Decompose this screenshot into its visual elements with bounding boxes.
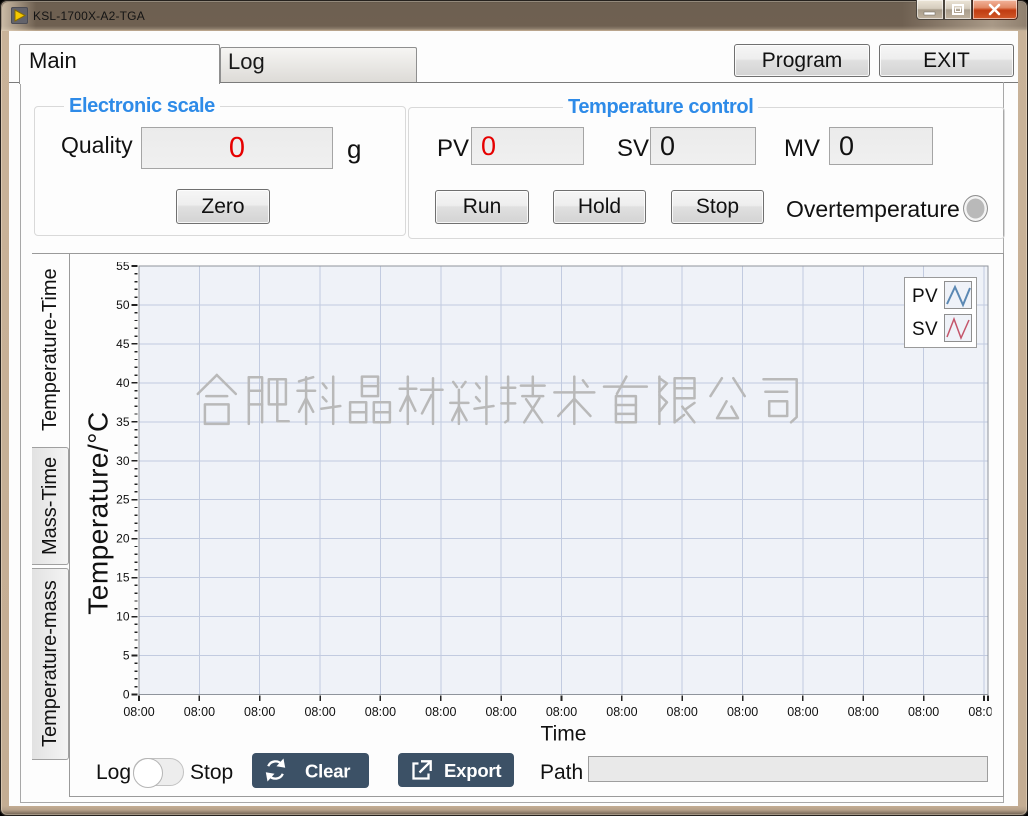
svg-text:15: 15 <box>116 571 130 585</box>
svg-text:20: 20 <box>116 532 130 546</box>
svg-text:08:00: 08:00 <box>908 705 939 719</box>
svg-text:45: 45 <box>116 337 130 351</box>
svg-text:08:00: 08:00 <box>787 705 818 719</box>
svg-text:08:00: 08:00 <box>848 705 879 719</box>
svg-text:Export: Export <box>444 760 501 781</box>
svg-text:30: 30 <box>116 454 130 468</box>
svg-text:08:00: 08:00 <box>123 705 154 719</box>
svg-text:0: 0 <box>123 688 130 702</box>
svg-text:40: 40 <box>116 376 130 390</box>
svg-text:08:00: 08:00 <box>667 705 698 719</box>
svg-text:08:00: 08:00 <box>184 705 215 719</box>
svg-text:08:00: 08:00 <box>485 705 516 719</box>
svg-text:08:00: 08:00 <box>727 705 758 719</box>
svg-text:08:00: 08:00 <box>425 705 456 719</box>
svg-text:10: 10 <box>116 610 130 624</box>
svg-text:50: 50 <box>116 298 130 312</box>
svg-text:08:00: 08:00 <box>304 705 335 719</box>
svg-text:Clear: Clear <box>305 761 350 782</box>
svg-text:08:00: 08:00 <box>606 705 637 719</box>
svg-text:08:00: 08:00 <box>244 705 275 719</box>
svg-text:5: 5 <box>123 649 130 663</box>
svg-text:Temperature/°C: Temperature/°C <box>83 411 114 614</box>
svg-text:08:00: 08:00 <box>365 705 396 719</box>
svg-text:Time: Time <box>541 723 587 746</box>
svg-text:08:00: 08:00 <box>546 705 577 719</box>
svg-text:25: 25 <box>116 493 130 507</box>
svg-text:35: 35 <box>116 415 130 429</box>
